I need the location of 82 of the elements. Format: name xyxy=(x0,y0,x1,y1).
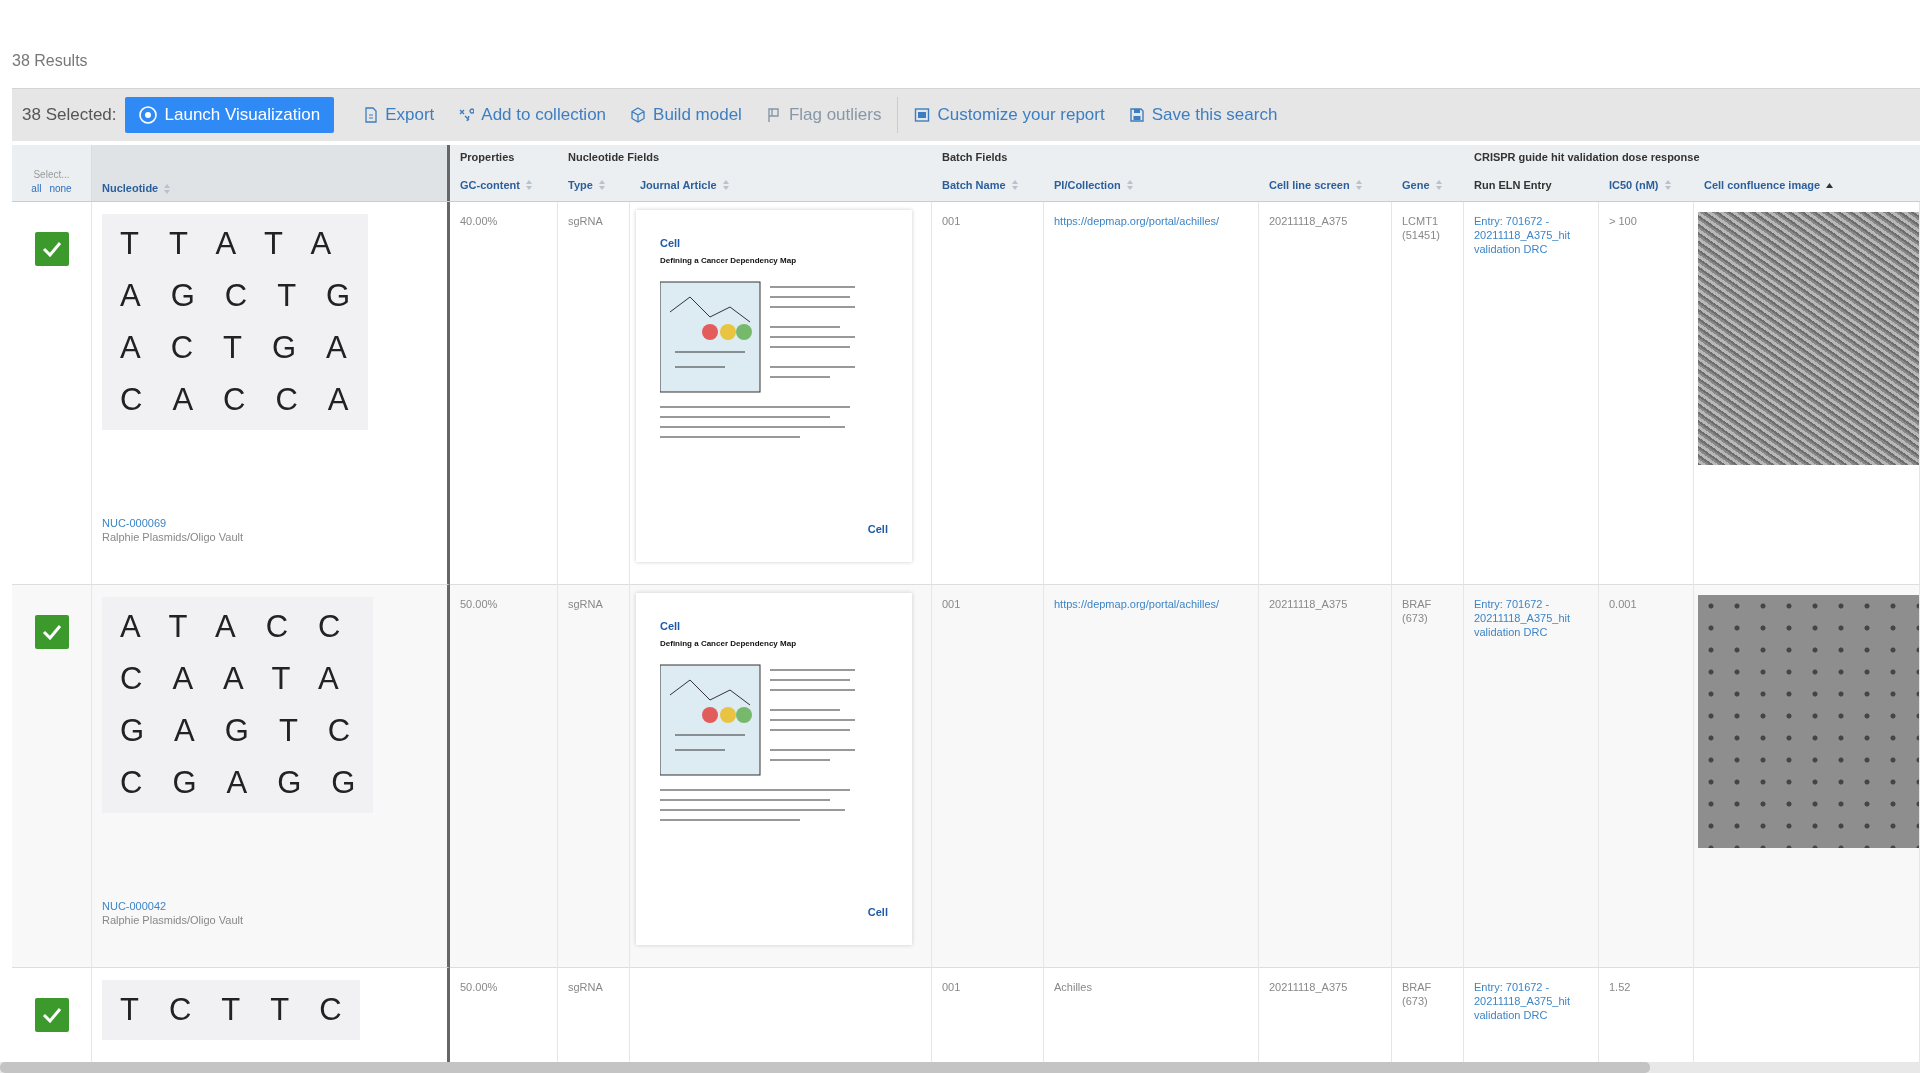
checkmark-icon xyxy=(41,624,62,640)
select-all-link[interactable]: all xyxy=(31,183,42,194)
journal-name: Cell xyxy=(660,236,682,250)
sort-icon xyxy=(722,180,729,191)
table-cell: 001 xyxy=(932,585,1044,968)
article-title: Defining a Cancer Dependency Map xyxy=(660,255,798,267)
cube-icon xyxy=(630,107,647,123)
sequence-line: CAATA xyxy=(119,660,370,698)
sequence-line: CACCA xyxy=(119,381,380,419)
sort-icon xyxy=(525,180,532,191)
sort-icon xyxy=(1126,180,1133,191)
nucleotide-id-link[interactable]: NUC-000042 xyxy=(102,899,437,913)
column-header[interactable]: Cell confluence image xyxy=(1694,172,1920,201)
journal-logo: Cell xyxy=(867,905,888,919)
horizontal-scrollbar[interactable] xyxy=(0,1062,1920,1073)
column-header[interactable]: Journal Article xyxy=(630,172,932,201)
column-group-header: Batch Fields xyxy=(941,150,1009,165)
column-group-header: Properties xyxy=(459,150,516,165)
checkmark-icon xyxy=(41,1007,62,1023)
column-header[interactable]: GC-content xyxy=(450,172,558,201)
launch-visualization-button[interactable]: Launch Visualization xyxy=(124,97,335,133)
visualization-icon xyxy=(138,106,157,124)
article-thumbnail[interactable]: Cell Defining a Cancer Dependency Map Cell xyxy=(636,210,912,562)
nucleotide-id-link[interactable]: NUC-000069 xyxy=(102,516,437,530)
sequence-line: TCTTC xyxy=(119,991,372,1029)
report-icon xyxy=(914,107,931,123)
table-cell: 0.001 xyxy=(1599,585,1694,968)
column-header[interactable]: PI/Collection xyxy=(1044,172,1259,201)
journal-logo: Cell xyxy=(867,522,888,536)
sort-icon xyxy=(1664,180,1671,191)
column-header[interactable]: Batch Name xyxy=(932,172,1044,201)
column-group-header: CRISPR guide hit validation dose response xyxy=(1473,150,1701,165)
toolbar-button[interactable]: Build model xyxy=(618,99,754,131)
results-count: 38 Results xyxy=(12,51,89,71)
sequence-line: CGAGG xyxy=(119,764,386,802)
toolbar-button[interactable]: Customize your report xyxy=(902,99,1117,131)
sort-icon xyxy=(164,184,171,194)
toolbar-button[interactable]: Add to collection xyxy=(446,99,619,131)
table-cell: BRAF (673) xyxy=(1392,585,1464,968)
toolbar-button[interactable]: Export xyxy=(352,99,447,131)
table-cell: 50.00% xyxy=(450,585,558,968)
sequence-line: AGCTG xyxy=(119,277,381,315)
sort-icon xyxy=(598,180,605,191)
sequence-line: TTATA xyxy=(119,225,363,263)
checkbox[interactable] xyxy=(34,615,69,649)
sort-icon xyxy=(1355,180,1362,191)
article-title: Defining a Cancer Dependency Map xyxy=(660,638,798,650)
checkmark-icon xyxy=(41,241,62,257)
sequence-line: ATACC xyxy=(119,608,372,646)
journal-name: Cell xyxy=(660,619,682,633)
sequence-line: ACTGA xyxy=(119,329,378,367)
column-group-header: Nucleotide Fields xyxy=(567,150,661,165)
vault-name: Ralphie Plasmids/Oligo Vault xyxy=(102,913,245,927)
table-cell: 20211118_A375 xyxy=(1259,585,1392,968)
collection-link[interactable]: https://depmap.org/portal/achilles/ xyxy=(1054,598,1220,610)
column-header[interactable]: Gene xyxy=(1392,172,1464,201)
column-header[interactable]: Cell line screen xyxy=(1259,172,1392,201)
select-none-link[interactable]: none xyxy=(49,183,72,194)
column-header[interactable]: Type xyxy=(558,172,630,201)
eln-entry-link[interactable]: Entry: 701672 - 20211118_A375_hit validation DRC xyxy=(1474,214,1588,256)
eln-entry-link[interactable]: Entry: 701672 - 20211118_A375_hit validation DRC xyxy=(1474,980,1588,1022)
collection-name: Achilles xyxy=(1054,981,1092,993)
selected-count: 38 Selected: xyxy=(22,105,117,125)
sort-ascending-icon xyxy=(1826,182,1834,188)
eln-entry-link[interactable]: Entry: 701672 - 20211118_A375_hit validation DRC xyxy=(1474,597,1588,639)
column-header[interactable]: Run ELN Entry xyxy=(1464,172,1599,201)
column-header[interactable]: Nucleotide xyxy=(92,145,450,201)
save-icon xyxy=(1128,107,1145,123)
toolbar-button[interactable]: Save this search xyxy=(1116,99,1290,131)
vault-name: Ralphie Plasmids/Oligo Vault xyxy=(102,530,245,544)
sort-icon xyxy=(1435,180,1442,191)
document-icon xyxy=(364,107,379,123)
table-cell: sgRNA xyxy=(558,585,630,968)
sequence-line: GAGTC xyxy=(119,712,382,750)
article-thumbnail[interactable]: Cell Defining a Cancer Dependency Map Cell xyxy=(636,593,912,945)
column-header[interactable]: IC50 (nM) xyxy=(1599,172,1694,201)
flag-icon xyxy=(765,107,782,123)
checkbox[interactable] xyxy=(34,998,69,1032)
collection-link[interactable]: https://depmap.org/portal/achilles/ xyxy=(1054,215,1220,227)
checkbox[interactable] xyxy=(34,232,69,266)
select-label: Select... xyxy=(33,169,70,180)
sort-icon xyxy=(1011,180,1018,191)
